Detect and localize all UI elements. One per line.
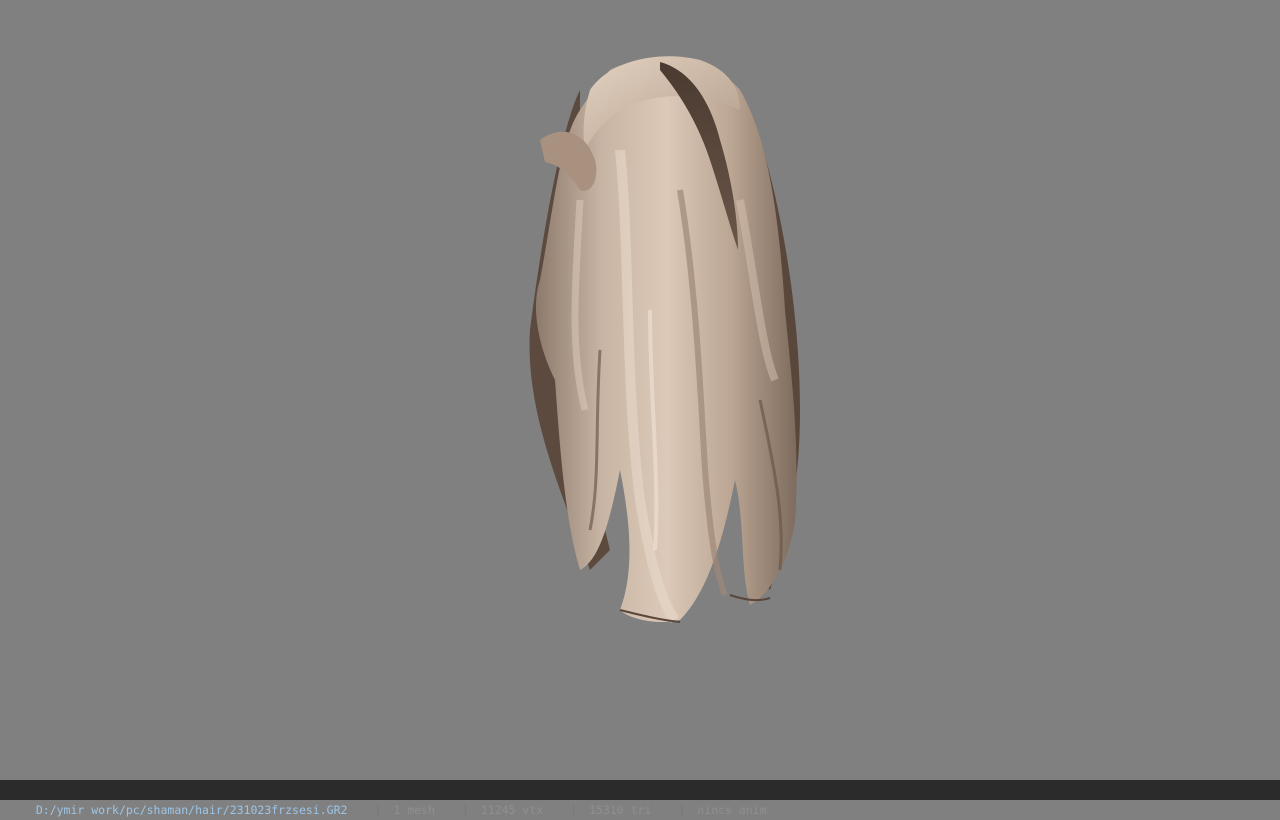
- triangle-count: 15310 tri: [589, 803, 652, 817]
- separator: |: [678, 803, 686, 817]
- separator: |: [374, 803, 382, 817]
- vertex-count: 11245 vtx: [480, 803, 544, 817]
- separator: |: [570, 803, 578, 817]
- animation-status: nincs anim: [697, 803, 767, 817]
- 3d-viewport[interactable]: [0, 0, 1280, 780]
- hair-model-render: [529, 56, 800, 623]
- file-path: D:/ymir work/pc/shaman/hair/231023frzses…: [35, 803, 348, 817]
- mesh-count: 1 mesh: [393, 803, 435, 817]
- status-bar: D:/ymir work/pc/shaman/hair/231023frzses…: [0, 780, 1280, 817]
- separator: |: [461, 803, 469, 817]
